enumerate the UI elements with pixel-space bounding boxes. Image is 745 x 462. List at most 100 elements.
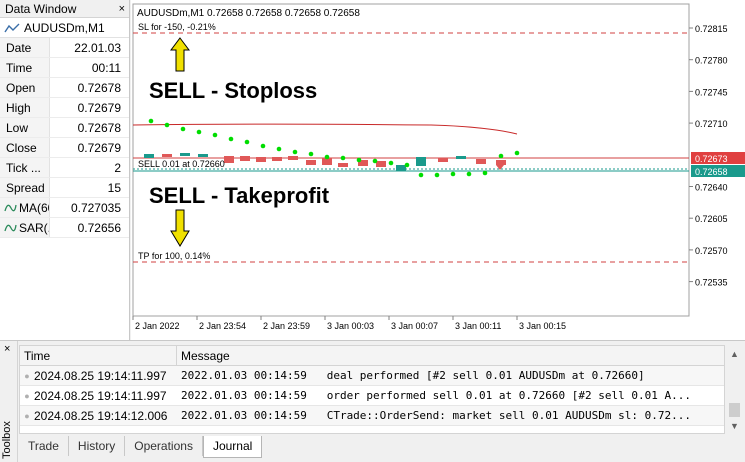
sar-dot — [372, 158, 378, 164]
data-row-label: Spread — [0, 178, 50, 197]
sar-dot — [388, 160, 394, 166]
sar-dot — [434, 172, 440, 178]
candle-bull — [456, 156, 466, 159]
toolbox-sidebar: × Toolbox — [0, 341, 18, 462]
candle-bear — [438, 158, 448, 162]
journal-row[interactable]: ● 2024.08.25 19:14:12.006 2022.01.03 00:14… — [20, 406, 724, 426]
scroll-up-icon[interactable]: ▲ — [726, 345, 743, 362]
data-row-value: 0.72678 — [77, 80, 121, 95]
scroll-down-icon[interactable]: ▼ — [726, 417, 743, 434]
data-row-value: 15 — [107, 180, 121, 195]
time-tick-label: 2 Jan 23:54 — [199, 321, 246, 331]
candle-bear — [376, 161, 386, 167]
price-tick-label: 0.72815 — [695, 24, 728, 34]
price-tick-label: 0.72570 — [695, 246, 728, 256]
price-tick-label: 0.72640 — [695, 183, 728, 193]
sar-dot — [292, 149, 298, 155]
indicator-value: 0.72656 — [77, 220, 121, 235]
close-icon[interactable]: × — [119, 3, 125, 15]
data-row-value: 22.01.03 — [74, 40, 121, 55]
data-window-title: Data Window — [5, 1, 77, 16]
sar-dot — [418, 172, 424, 178]
sar-dot — [498, 153, 504, 159]
tab-journal[interactable]: Journal — [202, 436, 263, 458]
indicator-row: MA(60) 0.727035 — [0, 198, 129, 218]
toolbox-label: Toolbox — [1, 421, 13, 459]
candle-bear — [224, 156, 234, 163]
indicator-label-cell: MA(60) — [0, 198, 50, 217]
journal-time: 2024.08.25 19:14:12.006 — [34, 408, 168, 423]
data-row-value: 2 — [114, 160, 121, 175]
candle-bear — [306, 160, 316, 165]
entry-line-label: SELL 0.01 at 0.72660 — [138, 159, 225, 169]
candle-bear — [272, 157, 282, 161]
sar-dot — [148, 118, 154, 124]
journal-row[interactable]: ● 2024.08.25 19:14:11.997 2022.01.03 00:14… — [20, 386, 724, 406]
candle-bear — [240, 156, 250, 161]
sar-dot — [276, 146, 282, 152]
column-header-message[interactable]: Message — [177, 346, 724, 365]
tab-history[interactable]: History — [69, 436, 126, 456]
data-row-label: Date — [0, 38, 50, 57]
close-icon[interactable]: × — [4, 343, 10, 355]
sar-dot — [450, 171, 456, 177]
indicator-wave-icon — [4, 224, 17, 231]
journal-table: Time Message ● 2024.08.25 19:14:11.997 202… — [19, 345, 725, 434]
indicator-row: SAR(... 0.72656 — [0, 218, 129, 238]
data-row-value: 0.72678 — [77, 120, 121, 135]
data-row-value: 0.72679 — [77, 100, 121, 115]
tab-trade[interactable]: Trade — [19, 436, 69, 456]
data-row-label: High — [0, 98, 50, 117]
tab-operations[interactable]: Operations — [125, 436, 203, 456]
candle-bear — [496, 160, 506, 165]
column-header-time[interactable]: Time — [20, 346, 177, 365]
data-row-tick: Tick ... 2 — [0, 158, 129, 178]
journal-row[interactable]: ● 2024.08.25 19:14:11.997 2022.01.03 00:14… — [20, 366, 724, 386]
price-tick-label: 0.72780 — [695, 56, 728, 66]
price-badge-label: 0.72658 — [695, 167, 728, 177]
price-tick-label: 0.72605 — [695, 214, 728, 224]
sar-dot — [324, 154, 330, 160]
data-row-time: Time 00:11 — [0, 58, 129, 78]
journal-message: 2022.01.03 00:14:59 deal performed [#2 s… — [181, 369, 645, 382]
data-row-low: Low 0.72678 — [0, 118, 129, 138]
sar-dot — [514, 150, 520, 156]
data-row-high: High 0.72679 — [0, 98, 129, 118]
bullet-icon: ● — [24, 390, 30, 401]
indicator-wave-icon — [4, 204, 17, 211]
journal-header: Time Message — [20, 346, 724, 366]
price-tick-label: 0.72710 — [695, 119, 728, 129]
candle-bear — [288, 156, 298, 160]
data-window-rows: Date 22.01.03 Time 00:11 Open 0.72678 High 0.72… — [0, 38, 129, 198]
data-row-label: Close — [0, 138, 50, 157]
annotation-takeprofit: SELL - Takeprofit — [149, 183, 330, 208]
stoploss-line-label: SL for -150, -0.21% — [138, 22, 216, 32]
time-tick-label: 3 Jan 00:15 — [519, 321, 566, 331]
sar-dot — [340, 155, 346, 161]
sar-dot — [212, 132, 218, 138]
sar-dot — [404, 162, 410, 168]
scrollbar-thumb[interactable] — [729, 403, 740, 417]
time-tick-label: 3 Jan 00:03 — [327, 321, 374, 331]
chart-canvas[interactable]: 0.72815 0.72780 0.72745 0.72710 0.72640 0.726… — [131, 0, 745, 340]
candle-bull — [198, 154, 208, 157]
candle-bear — [476, 159, 486, 164]
candle-bear — [256, 157, 266, 162]
sar-dot — [196, 129, 202, 135]
sar-dot — [482, 170, 488, 176]
data-row-spread: Spread 15 — [0, 178, 129, 198]
price-chart[interactable]: 0.72815 0.72780 0.72745 0.72710 0.72640 0.726… — [131, 0, 745, 340]
data-row-label: Tick ... — [0, 158, 50, 177]
price-tick-label: 0.72535 — [695, 278, 728, 288]
sar-dot — [308, 151, 314, 157]
data-window-symbol-row: AUDUSDm,M1 — [0, 18, 129, 38]
sar-dot — [228, 136, 234, 142]
bullet-icon: ● — [24, 410, 30, 421]
journal-scrollbar[interactable]: ▲ ▼ — [726, 345, 743, 434]
sar-dot — [260, 143, 266, 149]
data-window-indicators: MA(60) 0.727035 SAR(... 0.72656 — [0, 198, 129, 238]
sar-dot — [164, 122, 170, 128]
toolbox-panel: × Toolbox Time Message ● 2024.08.25 19:14… — [0, 340, 745, 462]
journal-time-cell: ● 2024.08.25 19:14:11.997 — [20, 369, 177, 383]
toolbox-tabs: Trade History Operations Journal — [19, 436, 743, 458]
